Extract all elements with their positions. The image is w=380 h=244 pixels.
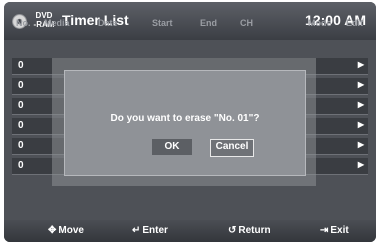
col-date: Date xyxy=(98,18,118,28)
col-media: Media xyxy=(44,18,70,28)
footer-return: ↺ Return xyxy=(228,225,271,236)
footer-move: ✥ Move xyxy=(48,225,84,236)
exit-icon: ⇥ xyxy=(320,225,329,236)
move-arrows-icon: ✥ xyxy=(48,225,57,236)
col-mode: Mode xyxy=(308,18,332,28)
arrow-right-icon: ▶ xyxy=(357,140,364,149)
col-ch: CH xyxy=(240,18,253,28)
col-end: End xyxy=(200,18,217,28)
enter-icon: ↵ xyxy=(132,225,141,236)
footer-exit: ⇥ Exit xyxy=(320,225,349,236)
footer-bar: ✥ Move ↵ Enter ↺ Return ⇥ Exit xyxy=(4,220,376,242)
ok-button[interactable]: OK xyxy=(152,139,192,155)
return-icon: ↺ xyxy=(228,225,237,236)
arrow-right-icon: ▶ xyxy=(357,60,364,69)
table-header: No. Media Date Start End CH Mode Edit xyxy=(12,15,368,31)
arrow-right-icon: ▶ xyxy=(357,160,364,169)
col-edit: Edit xyxy=(346,18,363,28)
footer-enter: ↵ Enter xyxy=(132,225,168,236)
cancel-button[interactable]: Cancel xyxy=(210,139,254,157)
col-no: No. xyxy=(16,18,31,28)
confirm-dialog: Do you want to erase "No. 01"? xyxy=(64,70,306,176)
arrow-right-icon: ▶ xyxy=(357,80,364,89)
arrow-right-icon: ▶ xyxy=(357,100,364,109)
osd-screen: DVD -RAM Timer List 12:00 AM No. Media D… xyxy=(4,2,376,242)
dialog-message: Do you want to erase "No. 01"? xyxy=(110,113,260,124)
col-start: Start xyxy=(152,18,173,28)
arrow-right-icon: ▶ xyxy=(357,120,364,129)
